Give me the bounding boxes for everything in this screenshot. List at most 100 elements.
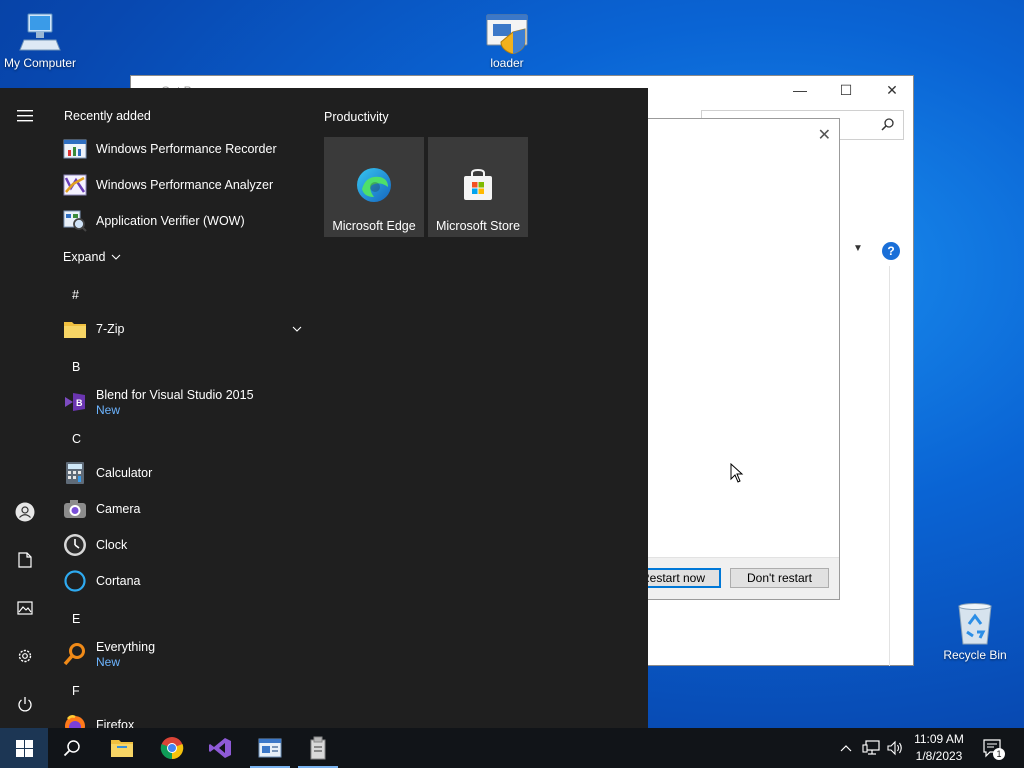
power-icon [18, 697, 32, 712]
file-explorer-icon [111, 740, 133, 757]
power-button[interactable] [13, 692, 37, 716]
new-badge: New [96, 402, 121, 417]
recently-added-header: Recently added [64, 109, 151, 123]
chevron-up-icon [840, 744, 852, 751]
firefox-icon [62, 712, 88, 728]
volume-button[interactable] [884, 728, 906, 768]
list-item-folder[interactable]: 7-Zip [62, 312, 302, 346]
cortana-icon [62, 568, 88, 594]
clock-date: 1/8/2023 [915, 749, 963, 763]
letter-header-c[interactable]: C [72, 432, 81, 446]
taskbar-file-explorer[interactable] [98, 728, 146, 768]
dont-restart-button[interactable]: Don't restart [730, 568, 829, 588]
help-icon[interactable]: ? [882, 242, 900, 260]
tile-label: Microsoft Edge [332, 219, 416, 233]
list-item[interactable]: Windows Performance Analyzer [62, 168, 302, 202]
list-item[interactable]: Calculator [62, 456, 302, 490]
list-item[interactable]: Application Verifier (WOW) [62, 204, 302, 238]
documents-button[interactable] [13, 548, 37, 572]
desktop-icon-label: loader [490, 56, 524, 70]
maximize-button[interactable]: ☐ [823, 76, 869, 106]
search-icon [63, 740, 80, 757]
list-item[interactable]: Windows Performance Recorder [62, 132, 302, 166]
network-button[interactable] [860, 728, 882, 768]
hamburger-icon [17, 110, 33, 122]
tile-microsoft-edge[interactable]: Microsoft Edge [324, 137, 424, 237]
computer-icon [19, 13, 61, 51]
desktop-icon-label: Recycle Bin [943, 648, 1007, 662]
app-label: Application Verifier (WOW) [96, 213, 245, 228]
expand-label: Expand [63, 249, 106, 264]
list-item[interactable]: Firefox [62, 708, 302, 728]
list-item[interactable]: Camera [62, 492, 302, 526]
minimize-button[interactable]: — [777, 76, 823, 106]
clock-icon [62, 532, 88, 558]
clock[interactable]: 11:09 AM 1/8/2023 [908, 731, 970, 765]
taskbar: 11:09 AM 1/8/2023 1 [0, 728, 1024, 768]
letter-header-hash[interactable]: # [72, 288, 79, 302]
taskbar-chrome[interactable] [148, 728, 196, 768]
notification-count-badge: 1 [993, 748, 1005, 760]
expand-button[interactable]: Expand [63, 240, 303, 274]
taskbar-app-2[interactable] [294, 728, 342, 768]
everything-search-icon [62, 641, 88, 667]
pictures-button[interactable] [13, 596, 37, 620]
list-item[interactable]: Everything New [62, 636, 302, 672]
calculator-icon [62, 460, 88, 486]
letter-header-f[interactable]: F [72, 684, 80, 698]
app-label: Everything [96, 639, 156, 654]
start-button[interactable] [0, 728, 48, 768]
app-label: Windows Performance Recorder [96, 141, 277, 156]
app-list[interactable]: Recently added Windows Performance Recor… [50, 88, 312, 728]
new-badge: New [96, 654, 121, 669]
taskbar-visual-studio[interactable] [196, 728, 244, 768]
desktop-icon-recycle-bin[interactable]: Recycle Bin [935, 602, 1015, 662]
edge-icon [357, 168, 391, 202]
chevron-down-icon [112, 254, 121, 260]
hamburger-menu-button[interactable] [13, 104, 37, 128]
store-bag-icon [464, 168, 492, 200]
divider [889, 266, 890, 666]
taskbar-app-1[interactable] [246, 728, 294, 768]
settings-button[interactable] [13, 644, 37, 668]
installer-shield-icon [486, 14, 528, 54]
speaker-icon [887, 740, 902, 756]
windows-logo-icon [15, 739, 33, 757]
tile-group-header[interactable]: Productivity [324, 110, 389, 124]
desktop-icon-label: My Computer [3, 56, 77, 70]
gear-icon [18, 649, 32, 663]
tile-label: Microsoft Store [435, 219, 521, 233]
visual-studio-icon [209, 738, 231, 758]
search-icon [881, 118, 894, 131]
chevron-down-icon[interactable]: ▼ [853, 243, 863, 254]
start-rail [0, 88, 50, 728]
letter-header-e[interactable]: E [72, 612, 80, 626]
app-label: Cortana [96, 573, 141, 588]
chrome-icon [160, 737, 184, 760]
user-icon [15, 502, 35, 522]
performance-recorder-icon [62, 136, 88, 162]
app-label: Clock [96, 537, 128, 552]
list-item[interactable]: B Blend for Visual Studio 2015 New [62, 384, 302, 420]
tile-microsoft-store[interactable]: Microsoft Store [428, 137, 528, 237]
app-label: Camera [96, 501, 141, 516]
camera-icon [62, 496, 88, 522]
desktop-icon-loader[interactable]: loader [467, 12, 547, 70]
list-item[interactable]: Cortana [62, 564, 302, 598]
dialog-close-button[interactable]: ✕ [818, 125, 831, 145]
close-button[interactable]: ✕ [869, 76, 915, 106]
notification-center-button[interactable]: 1 [978, 728, 1008, 768]
mouse-cursor-icon [730, 463, 744, 483]
picture-icon [17, 601, 33, 615]
desktop-icon-my-computer[interactable]: My Computer [0, 10, 80, 70]
list-item[interactable]: Clock [62, 528, 302, 562]
application-verifier-icon [62, 208, 88, 234]
svg-text:B: B [76, 398, 83, 408]
taskbar-search-button[interactable] [48, 728, 96, 768]
installer-icon [310, 736, 326, 760]
letter-header-b[interactable]: B [72, 360, 80, 374]
user-account-button[interactable] [13, 500, 37, 524]
show-hidden-icons-button[interactable] [836, 728, 856, 768]
blend-icon: B [62, 389, 88, 415]
clock-time: 11:09 AM [914, 732, 964, 746]
